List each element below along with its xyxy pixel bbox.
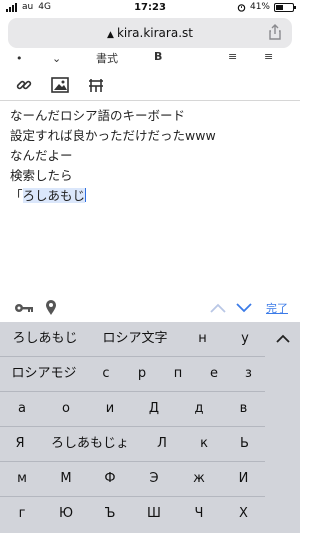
- candidate-item[interactable]: Ч: [176, 497, 222, 531]
- candidate-item[interactable]: Э: [132, 462, 176, 496]
- keyboard: ろしあもじ ロシア文字 н у ロシアモジ с р п е з а о и Д …: [0, 322, 300, 533]
- candidate-item[interactable]: з: [232, 357, 265, 391]
- alarm-icon: [237, 3, 246, 12]
- candidate-row: г Ю Ъ Ш Ч Х: [0, 497, 265, 532]
- done-button[interactable]: 完了: [266, 300, 288, 316]
- candidate-row: Я ろしあもじょ Л к Ь: [0, 427, 265, 462]
- align-left-icon[interactable]: ≡: [228, 50, 237, 63]
- candidate-item[interactable]: Ь: [224, 427, 265, 461]
- candidate-item[interactable]: Ю: [44, 497, 88, 531]
- candidate-item[interactable]: д: [176, 392, 222, 426]
- candidate-item[interactable]: Д: [132, 392, 176, 426]
- candidate-item[interactable]: и: [88, 392, 132, 426]
- battery-icon: [274, 2, 296, 12]
- candidate-item[interactable]: р: [124, 357, 160, 391]
- candidate-row: ろしあもじ ロシア文字 н у: [0, 322, 265, 357]
- chevron-down-icon[interactable]: [236, 303, 252, 313]
- candidate-item[interactable]: м: [0, 462, 44, 496]
- toolbar-item-heading-partial[interactable]: ⌄: [52, 52, 61, 65]
- editor-line-current: 「ろしあもじ: [10, 186, 290, 206]
- editor-line: なんだよー: [10, 148, 73, 163]
- candidate-item[interactable]: ロシアモジ: [0, 357, 88, 391]
- location-icon[interactable]: [45, 299, 57, 316]
- candidate-item[interactable]: с: [88, 357, 124, 391]
- candidate-item[interactable]: Ф: [88, 462, 132, 496]
- image-icon[interactable]: [50, 76, 70, 94]
- candidate-item[interactable]: г: [0, 497, 44, 531]
- text-editor[interactable]: なーんだロシア語のキーボード 設定すれば良かっただけだったwww なんだよー 検…: [10, 106, 290, 206]
- format-button[interactable]: 書式: [96, 50, 118, 66]
- share-icon[interactable]: [268, 24, 282, 40]
- keyboard-accessory-bar: 完了: [0, 295, 300, 323]
- candidate-item[interactable]: в: [222, 392, 265, 426]
- candidate-item[interactable]: Л: [140, 427, 184, 461]
- candidate-item[interactable]: ж: [176, 462, 222, 496]
- url-display[interactable]: ▲ kira.kirara.st: [8, 26, 292, 40]
- candidate-item[interactable]: М: [44, 462, 88, 496]
- align-right-icon[interactable]: ≡: [264, 50, 273, 63]
- format-toolbar: [0, 72, 300, 100]
- format-toolbar-top: • ⌄ 書式 B ≡ ≡: [0, 50, 300, 66]
- url-text: kira.kirara.st: [116, 26, 193, 40]
- battery-percent: 41%: [249, 2, 270, 12]
- link-icon[interactable]: [14, 76, 34, 94]
- text-caret: [85, 188, 87, 202]
- chevron-up-icon[interactable]: [210, 303, 226, 313]
- table-icon[interactable]: [86, 76, 106, 94]
- candidate-item[interactable]: Ъ: [88, 497, 132, 531]
- editor-line: なーんだロシア語のキーボード: [10, 108, 186, 123]
- status-right: 41%: [237, 2, 296, 12]
- toolbar-undo-partial[interactable]: •: [16, 52, 23, 65]
- candidate-item[interactable]: Х: [222, 497, 265, 531]
- candidate-item[interactable]: И: [222, 462, 265, 496]
- status-bar: au 4G 17:23 41%: [0, 0, 300, 16]
- composing-text: ろしあもじ: [22, 188, 86, 203]
- candidate-row: м М Ф Э ж И: [0, 462, 265, 497]
- candidate-item[interactable]: Ш: [132, 497, 176, 531]
- collapse-candidates-icon[interactable]: [266, 322, 300, 356]
- candidate-item[interactable]: о: [44, 392, 88, 426]
- lock-icon: ▲: [107, 30, 114, 40]
- editor-line: 検索したら: [10, 168, 73, 183]
- editor-line: 設定すれば良かっただけだったwww: [10, 128, 216, 143]
- candidate-item[interactable]: ロシア文字: [90, 322, 180, 356]
- key-icon[interactable]: [14, 302, 34, 314]
- candidate-item[interactable]: у: [225, 322, 265, 356]
- address-bar[interactable]: ▲ kira.kirara.st: [8, 18, 292, 48]
- candidate-item[interactable]: к: [184, 427, 224, 461]
- candidate-item[interactable]: ろしあもじょ: [40, 427, 140, 461]
- candidate-row: а о и Д д в: [0, 392, 265, 427]
- candidate-item[interactable]: Я: [0, 427, 40, 461]
- candidate-item[interactable]: а: [0, 392, 44, 426]
- candidate-item[interactable]: е: [196, 357, 232, 391]
- candidate-row: ロシアモジ с р п е з: [0, 357, 265, 392]
- toolbar-divider: [0, 100, 300, 101]
- bracket-text: 「: [10, 188, 23, 203]
- candidate-item[interactable]: ろしあもじ: [0, 322, 90, 356]
- candidate-item[interactable]: н: [180, 322, 225, 356]
- bold-button[interactable]: B: [154, 50, 162, 63]
- candidate-item[interactable]: п: [160, 357, 196, 391]
